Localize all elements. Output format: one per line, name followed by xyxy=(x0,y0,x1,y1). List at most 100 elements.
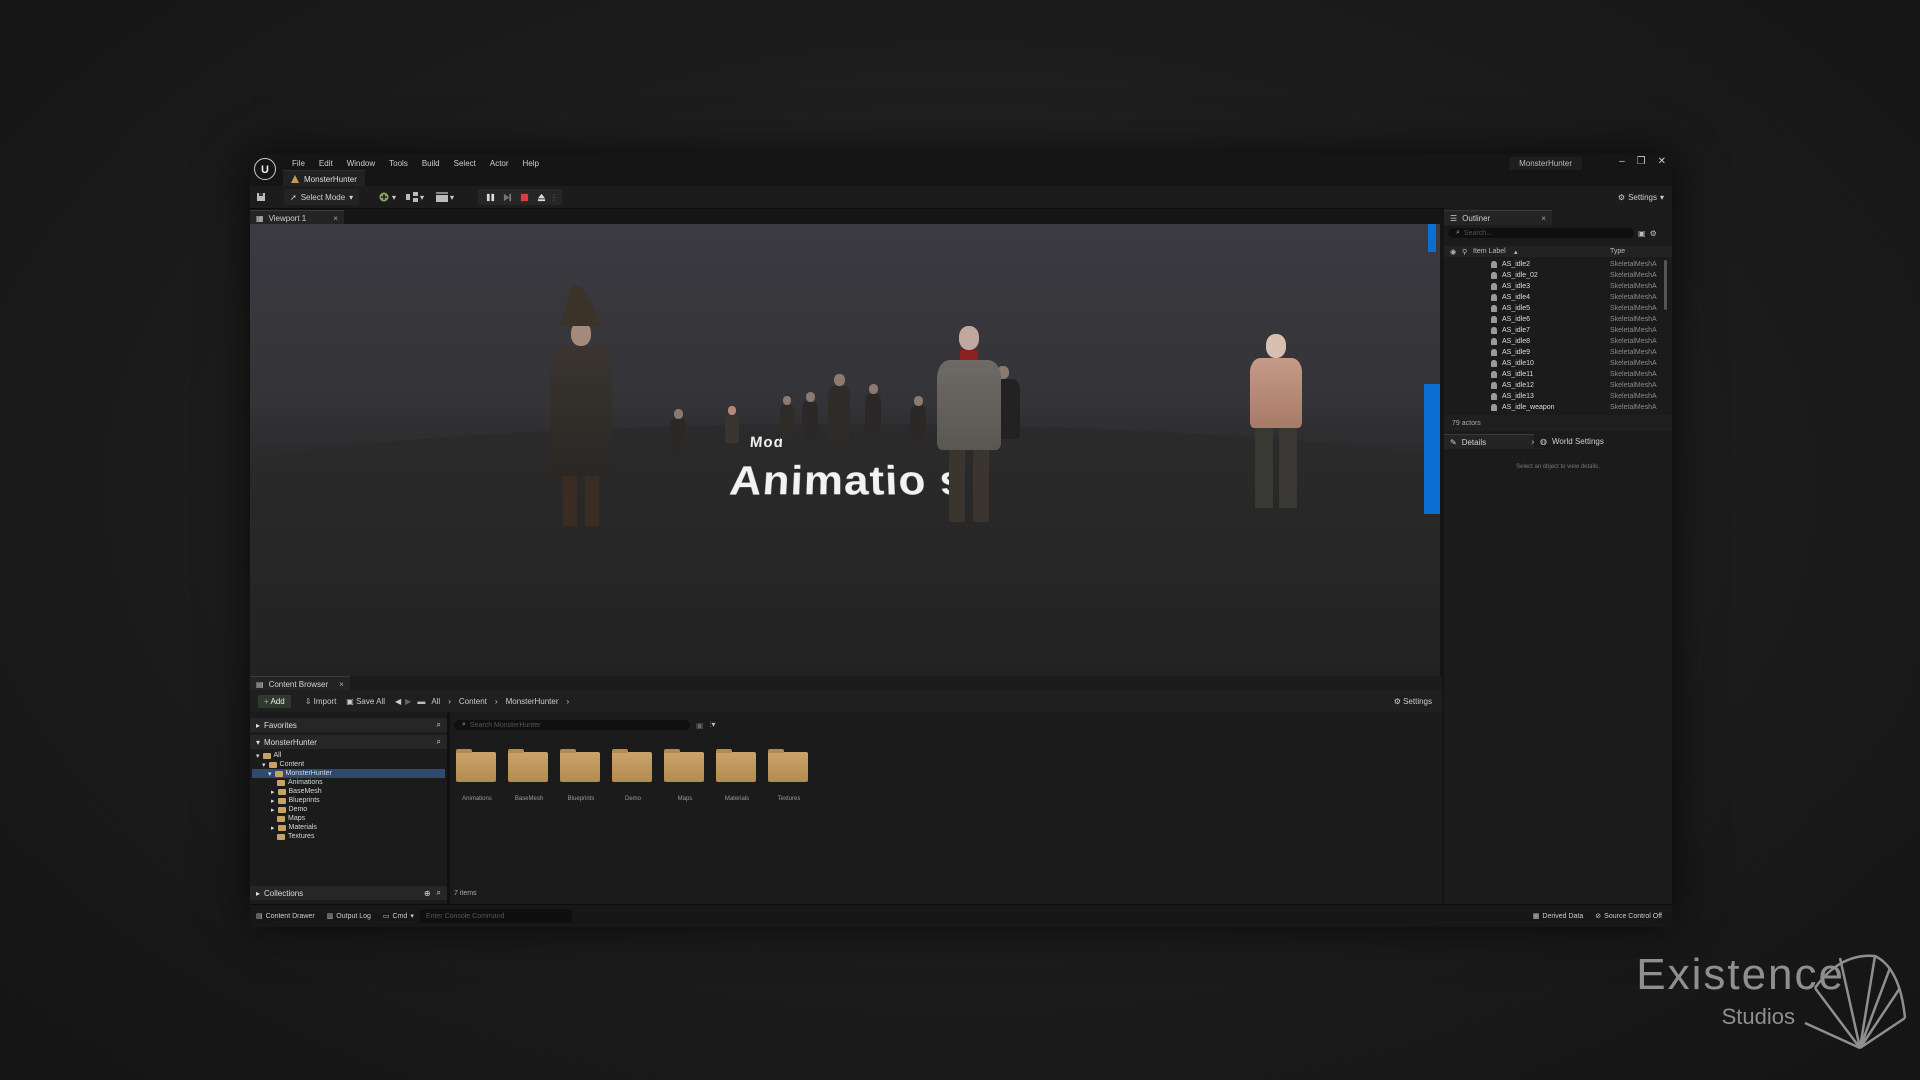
character-mesh[interactable] xyxy=(802,392,818,440)
add-collection-icon[interactable]: ⊕ xyxy=(424,889,431,898)
gear-icon[interactable]: ⚙ xyxy=(1650,229,1657,238)
menu-edit[interactable]: Edit xyxy=(312,156,340,171)
outliner-scrollbar[interactable] xyxy=(1664,260,1667,310)
list-item[interactable]: AS_idle10 SkeletalMeshA xyxy=(1444,358,1662,369)
folder-tile-maps[interactable]: Maps xyxy=(664,749,706,802)
console-input[interactable]: Enter Console Command xyxy=(419,909,572,923)
blueprints-button[interactable]: ▾ xyxy=(406,189,424,205)
menu-tools[interactable]: Tools xyxy=(382,156,415,171)
back-icon[interactable]: ◀ xyxy=(395,697,401,706)
splitter[interactable] xyxy=(447,712,450,904)
tab-viewport[interactable]: ▦ Viewport 1 × xyxy=(250,210,344,225)
character-mesh-base[interactable] xyxy=(1250,334,1302,508)
character-mesh-witch-hunter[interactable] xyxy=(550,284,612,526)
collections-section[interactable]: ▸ Collections ⊕ ⌕ xyxy=(250,886,447,900)
save-search-icon[interactable]: ▣ xyxy=(696,721,704,730)
list-item[interactable]: AS_idle7 SkeletalMeshA xyxy=(1444,325,1662,336)
close-icon[interactable]: × xyxy=(1541,214,1546,223)
folder-tile-textures[interactable]: Textures xyxy=(768,749,810,802)
breadcrumb-content[interactable]: Content xyxy=(459,697,487,706)
menu-build[interactable]: Build xyxy=(415,156,447,171)
pause-icon[interactable] xyxy=(486,193,495,202)
tab-content-browser[interactable]: ▤ Content Browser × xyxy=(250,676,350,691)
character-mesh[interactable] xyxy=(670,409,686,459)
menu-file[interactable]: File xyxy=(285,156,312,171)
breadcrumb-all[interactable]: All xyxy=(431,697,440,706)
tab-outliner[interactable]: ☰ Outliner × xyxy=(1444,210,1552,225)
close-icon[interactable]: × xyxy=(339,680,344,689)
pin-icon[interactable]: ⚲ xyxy=(1462,248,1467,256)
tab-details[interactable]: ✎ Details × xyxy=(1444,434,1542,449)
folder-tile-basemesh[interactable]: BaseMesh xyxy=(508,749,550,802)
menu-actor[interactable]: Actor xyxy=(483,156,516,171)
column-item-label[interactable]: Item Label xyxy=(1473,248,1506,255)
tree-item-demo[interactable]: ▸ Demo xyxy=(271,805,307,814)
close-icon[interactable]: × xyxy=(333,214,338,223)
list-item[interactable]: AS_idle3 SkeletalMeshA xyxy=(1444,281,1662,292)
save-all-button[interactable]: ▣ Save All xyxy=(346,697,385,706)
add-button[interactable]: + Add xyxy=(258,694,291,708)
eject-icon[interactable] xyxy=(537,193,546,202)
settings-button[interactable]: ⚙ Settings ▾ xyxy=(1618,189,1664,205)
project-tab[interactable]: MonsterHunter xyxy=(283,170,365,187)
asset-search-input[interactable]: ⌕ Search MonsterHunter xyxy=(454,720,690,730)
character-mesh[interactable] xyxy=(910,396,926,446)
list-item[interactable]: AS_idle_weapon SkeletalMeshA xyxy=(1444,402,1662,413)
restore-icon[interactable]: ❐ xyxy=(1637,156,1646,167)
column-type[interactable]: Type xyxy=(1610,248,1625,255)
source-control-button[interactable]: ⊘ Source Control Off xyxy=(1589,909,1668,923)
folder-tile-materials[interactable]: Materials xyxy=(716,749,758,802)
derived-data-button[interactable]: ▦ Derived Data xyxy=(1527,909,1589,923)
list-item[interactable]: AS_idle_02 SkeletalMeshA xyxy=(1444,270,1662,281)
character-mesh[interactable] xyxy=(725,406,739,443)
folder-tile-animations[interactable]: Animations xyxy=(456,749,498,802)
search-icon[interactable]: ⌕ xyxy=(437,737,441,747)
menu-window[interactable]: Window xyxy=(340,156,382,171)
search-icon[interactable]: ⌕ xyxy=(437,720,441,730)
breadcrumb-monsterhunter[interactable]: MonsterHunter xyxy=(506,697,559,706)
level-viewport[interactable]: Mod Animatio s xyxy=(250,224,1440,676)
cmd-dropdown[interactable]: ▭ Cmd ▾ xyxy=(377,909,420,923)
menu-help[interactable]: Help xyxy=(516,156,546,171)
tree-item-blueprints[interactable]: ▸ Blueprints xyxy=(271,796,320,805)
tree-item-content[interactable]: ▾ Content xyxy=(262,760,304,769)
list-item[interactable]: AS_idle5 SkeletalMeshA xyxy=(1444,303,1662,314)
tree-item-materials[interactable]: ▸ Materials xyxy=(271,823,317,832)
blue-wall-mesh[interactable] xyxy=(1428,224,1436,252)
list-item[interactable]: AS_idle12 SkeletalMeshA xyxy=(1444,380,1662,391)
folder-tile-blueprints[interactable]: Blueprints xyxy=(560,749,602,802)
list-item[interactable]: AS_idle11 SkeletalMeshA xyxy=(1444,369,1662,380)
list-item[interactable]: AS_idle9 SkeletalMeshA xyxy=(1444,347,1662,358)
close-icon[interactable]: ✕ xyxy=(1658,156,1666,167)
character-mesh[interactable] xyxy=(828,374,850,442)
tree-item-all[interactable]: ▾ All xyxy=(256,751,281,760)
list-item[interactable]: AS_idle13 SkeletalMeshA xyxy=(1444,391,1662,402)
tree-item-textures[interactable]: Textures xyxy=(277,832,314,841)
tab-world-settings[interactable]: ◍ World Settings xyxy=(1534,434,1610,448)
favorites-section[interactable]: ▸ Favorites ⌕ xyxy=(250,718,447,732)
select-mode-button[interactable]: ➚ Select Mode ▾ xyxy=(284,189,360,205)
minimize-icon[interactable]: – xyxy=(1619,156,1625,167)
list-item[interactable]: AS_idle4 SkeletalMeshA xyxy=(1444,292,1662,303)
list-item[interactable]: AS_idle2 SkeletalMeshA xyxy=(1444,259,1662,270)
menu-select[interactable]: Select xyxy=(447,156,483,171)
content-settings-button[interactable]: ⚙ Settings xyxy=(1394,697,1432,706)
search-icon[interactable]: ⌕ xyxy=(437,888,441,898)
tree-item-monsterhunter[interactable]: ▾ MonsterHunter xyxy=(252,769,445,778)
folder-add-icon[interactable]: ▣ xyxy=(1638,229,1646,238)
character-mesh-hunter[interactable] xyxy=(937,326,1001,522)
stop-icon[interactable] xyxy=(520,193,529,202)
tree-item-animations[interactable]: Animations xyxy=(277,778,323,787)
blue-wall-mesh[interactable] xyxy=(1424,384,1440,514)
tree-item-maps[interactable]: Maps xyxy=(277,814,305,823)
cinematics-button[interactable]: ▾ xyxy=(436,189,454,205)
list-item[interactable]: AS_idle8 SkeletalMeshA xyxy=(1444,336,1662,347)
forward-icon[interactable]: ▶ xyxy=(405,697,411,706)
import-button[interactable]: ⇩ Import xyxy=(305,697,337,706)
add-actor-button[interactable]: ▾ xyxy=(378,189,396,205)
unreal-logo-icon[interactable]: U xyxy=(254,158,276,180)
outliner-search-input[interactable]: ⌕ Search... xyxy=(1448,228,1634,238)
filter-icon[interactable]: ⫶▾ xyxy=(710,720,716,730)
project-section[interactable]: ▾ MonsterHunter ⌕ xyxy=(250,735,447,749)
content-drawer-button[interactable]: ▤ Content Drawer xyxy=(250,909,321,923)
